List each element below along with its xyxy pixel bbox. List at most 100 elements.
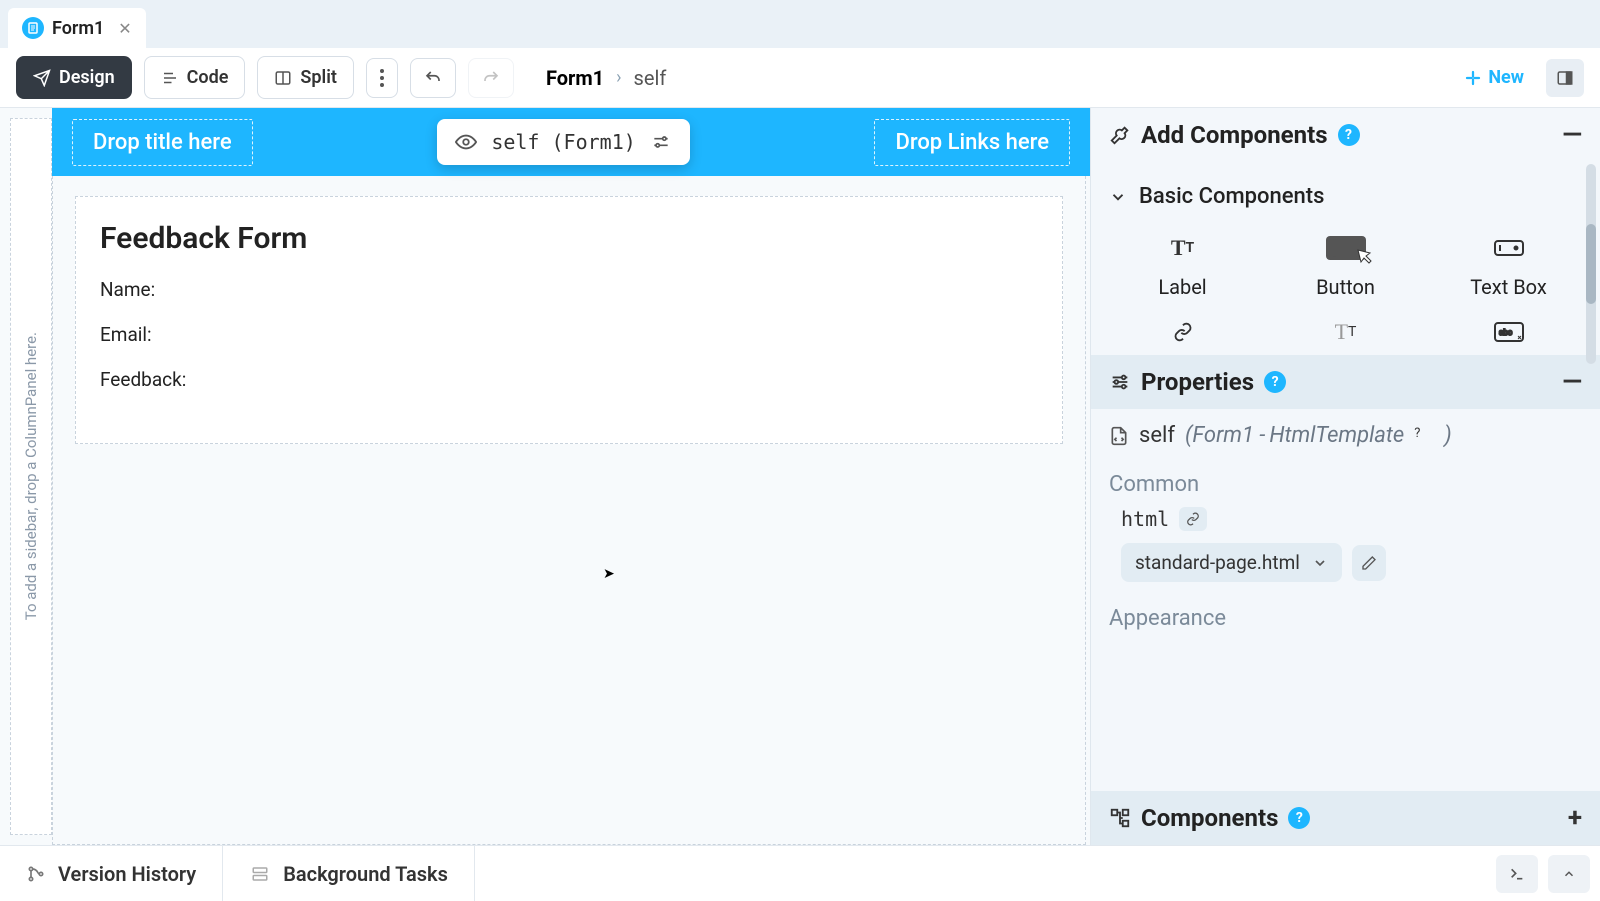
breadcrumb: Form1 › self: [546, 66, 666, 90]
sliders-icon: [1109, 371, 1131, 393]
background-tasks-label: Background Tasks: [283, 862, 448, 886]
eye-icon: [455, 131, 477, 153]
basic-components-group[interactable]: Basic Components: [1091, 172, 1600, 221]
toolbar: Design Code Split Form1 › self: [0, 48, 1600, 108]
code-label: Code: [187, 67, 229, 88]
form-card[interactable]: Feedback Form Name: Email: Feedback:: [75, 196, 1063, 444]
button-icon: [1326, 231, 1366, 265]
split-button[interactable]: Split: [257, 56, 354, 99]
selected-component-row: self (Form1 - HtmlTemplate ? ): [1091, 409, 1600, 462]
panel-right-icon: [1555, 69, 1575, 87]
components-tree-label: Components: [1141, 804, 1278, 832]
preview-eye-button[interactable]: [451, 127, 481, 157]
scrollbar-thumb[interactable]: [1586, 224, 1596, 304]
text-icon: TT: [1171, 231, 1194, 265]
component-textbox-text: Text Box: [1470, 275, 1547, 299]
property-html-value-row: standard-page.html: [1091, 537, 1600, 596]
binding-link-button[interactable]: [1179, 507, 1207, 531]
mouse-cursor-icon: ➤: [603, 566, 615, 582]
component-button-text: Button: [1316, 275, 1375, 299]
richtext-icon: TT: [1335, 315, 1357, 349]
code-button[interactable]: Code: [144, 56, 246, 99]
component-textarea[interactable]: abc: [1427, 309, 1590, 355]
help-icon[interactable]: ?: [1338, 124, 1360, 146]
redo-icon: [481, 69, 501, 87]
selected-type-close: ): [1444, 423, 1451, 448]
settings-sliders-button[interactable]: [646, 127, 676, 157]
components-scrollbar[interactable]: [1586, 164, 1596, 364]
form-label-feedback: Feedback:: [100, 368, 1038, 391]
right-panel: Add Components ? — Basic Components TT L…: [1090, 108, 1600, 845]
add-components-header: Add Components ? —: [1091, 108, 1600, 162]
design-button[interactable]: Design: [16, 56, 132, 99]
undo-button[interactable]: [410, 58, 456, 98]
components-grid: TT Label Button Text Box: [1091, 221, 1600, 355]
chevron-down-icon: [1312, 555, 1328, 571]
links-dropzone[interactable]: Drop Links here: [874, 119, 1070, 166]
collapse-minus-icon[interactable]: —: [1562, 120, 1582, 150]
component-label-text: Label: [1158, 275, 1206, 299]
html-template-dropdown[interactable]: standard-page.html: [1121, 543, 1342, 582]
component-richtext[interactable]: TT: [1264, 309, 1427, 355]
chevron-down-icon: [1109, 188, 1127, 206]
collapse-minus-icon[interactable]: —: [1562, 367, 1582, 397]
sliders-icon: [651, 132, 671, 152]
console-button[interactable]: [1496, 855, 1538, 893]
paper-plane-icon: [33, 69, 51, 87]
edit-template-button[interactable]: [1352, 545, 1386, 581]
close-icon[interactable]: ✕: [118, 19, 131, 38]
component-button[interactable]: Button: [1264, 225, 1427, 305]
chevron-right-icon: ›: [616, 67, 621, 88]
properties-group-appearance: Appearance: [1091, 596, 1600, 635]
component-textbox[interactable]: Text Box: [1427, 225, 1590, 305]
dropdown-value: standard-page.html: [1135, 551, 1300, 574]
split-icon: [274, 69, 292, 87]
tab-label: Form1: [52, 18, 104, 39]
more-menu-button[interactable]: [366, 58, 398, 98]
svg-text:abc: abc: [1499, 328, 1512, 337]
code-file-icon: [1109, 425, 1129, 447]
link-icon: [1170, 315, 1196, 349]
form-title: Feedback Form: [100, 221, 1038, 256]
components-tree-header: Components ? +: [1091, 791, 1600, 845]
help-icon[interactable]: ?: [1288, 807, 1310, 829]
chevron-up-icon: [1560, 867, 1578, 881]
component-link[interactable]: [1101, 309, 1264, 355]
basic-components-label: Basic Components: [1139, 184, 1324, 209]
version-history-button[interactable]: Version History: [0, 846, 223, 901]
redo-button[interactable]: [468, 58, 514, 98]
title-dropzone[interactable]: Drop title here: [72, 119, 253, 166]
sparkle-plus-icon: [1464, 69, 1482, 87]
component-label[interactable]: TT Label: [1101, 225, 1264, 305]
add-components-label: Add Components: [1141, 121, 1328, 149]
tab-form1[interactable]: Form1 ✕: [8, 8, 146, 48]
breadcrumb-root[interactable]: Form1: [546, 66, 604, 90]
expand-plus-icon[interactable]: +: [1568, 803, 1582, 833]
sidebar-dropzone[interactable]: To add a sidebar, drop a ColumnPanel her…: [10, 118, 52, 835]
background-tasks-button[interactable]: Background Tasks: [223, 846, 475, 901]
new-button[interactable]: New: [1464, 67, 1524, 88]
design-label: Design: [59, 67, 115, 88]
help-icon[interactable]: ?: [1414, 426, 1434, 446]
breadcrumb-leaf[interactable]: self: [634, 66, 667, 90]
canvas-body[interactable]: Feedback Form Name: Email: Feedback: ➤: [52, 176, 1086, 845]
tree-icon: [1109, 807, 1131, 829]
split-label: Split: [300, 67, 337, 88]
list-icon: [161, 69, 179, 87]
kebab-icon: [379, 69, 385, 87]
form-label-name: Name:: [100, 278, 1038, 301]
selected-name: self: [1139, 423, 1175, 448]
selection-chip: self (Form1): [437, 119, 690, 165]
new-label: New: [1488, 67, 1524, 88]
expand-bottom-button[interactable]: [1548, 855, 1590, 893]
main-area: To add a sidebar, drop a ColumnPanel her…: [0, 108, 1600, 845]
form-file-icon: [22, 17, 44, 39]
help-icon[interactable]: ?: [1264, 371, 1286, 393]
selected-template: HtmlTemplate: [1269, 423, 1404, 448]
property-name: html: [1121, 507, 1169, 531]
branch-icon: [26, 864, 46, 884]
bottom-bar: Version History Background Tasks: [0, 845, 1600, 901]
right-panel-toggle[interactable]: [1546, 59, 1584, 97]
undo-icon: [423, 69, 443, 87]
properties-header: Properties ? —: [1091, 355, 1600, 409]
